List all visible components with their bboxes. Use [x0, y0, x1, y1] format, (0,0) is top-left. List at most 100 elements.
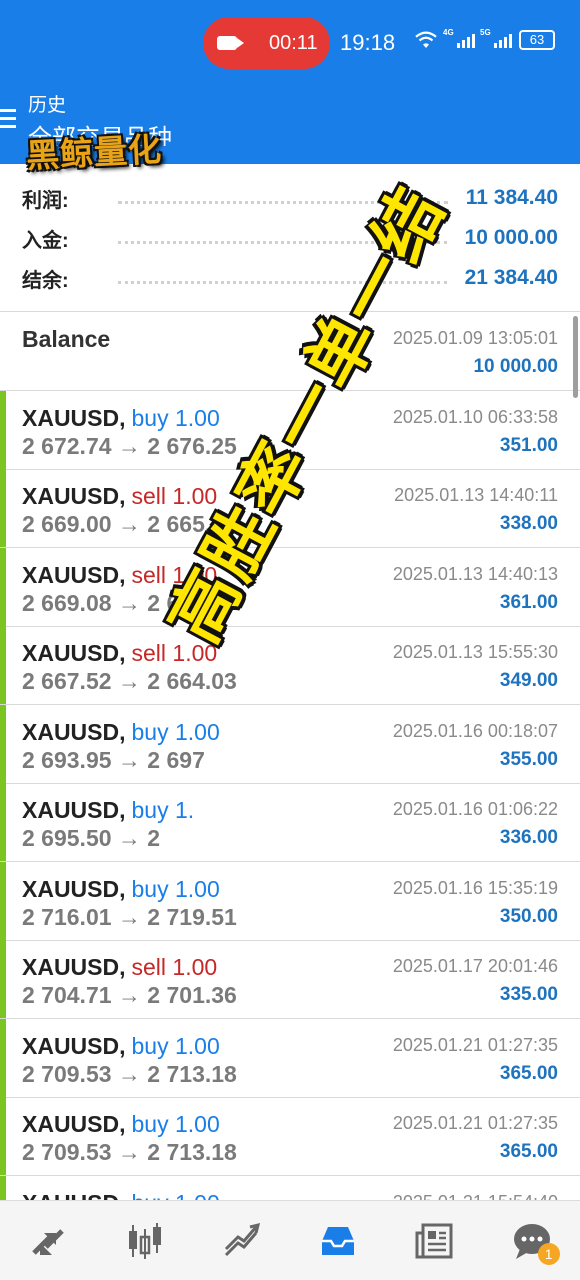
win-indicator-bar	[0, 626, 6, 704]
trade-row[interactable]: XAUUSD, buy 1. 2 695.50 → 2 2025.01.16 01:0…	[0, 783, 580, 862]
trade-side: buy 1.00	[131, 875, 220, 902]
trade-profit: 335.00	[499, 984, 558, 1005]
trade-prices: 2 709.53 → 2 713.18	[22, 1060, 237, 1087]
menu-icon[interactable]	[0, 109, 16, 133]
trade-symbol: XAUUSD,buy 1.00	[22, 719, 220, 746]
quotes-icon[interactable]	[18, 1211, 78, 1271]
trade-prices: 2 704.71 → 2 701.36	[22, 982, 237, 1008]
news-icon[interactable]	[405, 1211, 465, 1271]
trade-side: buy 1.00	[131, 1032, 220, 1059]
trade-profit: 338.00	[499, 513, 558, 534]
trade-symbol: XAUUSD,buy 1.00	[22, 876, 220, 903]
symbol-text: XAUUSD,	[22, 875, 126, 902]
trade-symbol: XAUUSD, sell 1.00	[22, 483, 217, 510]
trade-time: 2025.01.13 14:40:13	[392, 563, 558, 584]
cell-signal-5g-icon: 5G	[480, 28, 512, 48]
trade-time: 2025.01.17 20:01:46	[392, 956, 558, 976]
history-icon[interactable]	[308, 1211, 368, 1271]
bottom-navigation: 1	[0, 1200, 580, 1280]
trade-profit: 355.00	[499, 748, 558, 770]
watermark-logo-text: 黑鲸量化	[25, 130, 164, 175]
status-clock: 19:18	[340, 30, 396, 55]
win-indicator-bar	[0, 1018, 6, 1097]
trade-side: sell 1.00	[131, 954, 218, 980]
deposit-label: 入金:	[22, 229, 69, 252]
trade-prices: 2 667.52 → 2 664.03	[22, 668, 237, 694]
trade-prices: 2 716.01 → 2 719.51	[22, 903, 237, 930]
symbol-text: XAUUSD,	[22, 1032, 126, 1059]
balance-value: 21 384.40	[464, 266, 558, 289]
summary-balance-row: 结余: 21 384.40	[22, 258, 558, 298]
status-bar: 00:11 19:18 4G 5G 63	[0, 0, 580, 82]
trade-profit: 361.00	[499, 591, 558, 613]
trade-profit: 350.00	[499, 905, 558, 927]
trade-time: 2025.01.10 06:33:58	[392, 406, 558, 427]
win-indicator-bar	[0, 547, 6, 626]
profit-value: 11 384.40	[465, 186, 558, 209]
trade-time: 2025.01.13 15:55:30	[392, 642, 558, 662]
win-indicator-bar	[0, 940, 6, 1018]
recording-time: 00:11	[269, 31, 318, 54]
profit-label: 利润:	[22, 189, 69, 212]
trade-profit: 365.00	[499, 1141, 558, 1162]
symbol-text: XAUUSD,	[22, 640, 126, 666]
chart-icon[interactable]	[115, 1211, 175, 1271]
trade-icon[interactable]	[212, 1211, 272, 1271]
trade-symbol: XAUUSD, buy 1.	[22, 797, 194, 824]
trade-profit: 336.00	[499, 827, 558, 848]
win-indicator-bar	[0, 469, 6, 547]
trade-prices: 2 672.74 → 2 676.25	[22, 432, 237, 459]
trade-time: 2025.01.16 15:35:19	[392, 877, 558, 898]
trade-side: buy 1.00	[131, 1111, 220, 1137]
trade-row[interactable]: XAUUSD, sell 1.00 2 667.52 → 2 664.03 2025.…	[0, 626, 580, 705]
symbol-text: XAUUSD,	[22, 483, 126, 509]
summary-deposit-row: 入金: 10 000.00	[22, 218, 558, 258]
trade-time: 2025.01.16 01:06:22	[392, 799, 558, 819]
signal-5g-label: 5G	[480, 28, 491, 37]
balance-entry-amount: 10 000.00	[473, 356, 558, 377]
deposit-value: 10 000.00	[464, 226, 558, 249]
trade-row[interactable]: XAUUSD, sell 1.00 2 704.71 → 2 701.36 2025.…	[0, 940, 580, 1019]
win-indicator-bar	[0, 783, 6, 861]
balance-label: 结余:	[22, 269, 69, 292]
scrollbar-thumb[interactable]	[573, 316, 578, 398]
trade-symbol: XAUUSD, sell 1.00	[22, 954, 217, 981]
wifi-icon	[415, 31, 437, 48]
symbol-text: XAUUSD,	[22, 954, 126, 980]
trade-row[interactable]: XAUUSD, buy 1.00 2 716.01 → 2 719.51 2025.0…	[0, 861, 580, 941]
trade-symbol: XAUUSD,buy 1.00	[22, 405, 220, 432]
app-bar-subtitle: 历史	[28, 95, 67, 116]
symbol-text: XAUUSD,	[22, 718, 126, 745]
trade-time: 2025.01.16 00:18:07	[392, 720, 558, 741]
trade-row[interactable]: XAUUSD, sell 1.00 2 669.08 → 2 665.47 2025.…	[0, 547, 580, 627]
trade-prices: 2 709.53 → 2 713.18	[22, 1139, 237, 1165]
trade-side: buy 1.00	[131, 404, 220, 431]
trade-row[interactable]: XAUUSD, buy 1.00 2 709.53 → 2 713.18 2025.0…	[0, 1097, 580, 1176]
balance-entry-title: Balance	[22, 326, 111, 352]
trade-profit: 349.00	[499, 670, 558, 691]
trade-time: 2025.01.21 01:27:35	[392, 1034, 558, 1055]
trade-row[interactable]: XAUUSD, buy 1.00 2 709.53 → 2 713.18 2025.0…	[0, 1018, 580, 1098]
trade-symbol: XAUUSD,buy 1.00	[22, 1111, 220, 1138]
trade-row[interactable]: XAUUSD, buy 1.00 2 693.95 → 2 697 2025.01.1…	[0, 704, 580, 784]
trade-symbol: XAUUSD,buy 1.00	[22, 1033, 220, 1060]
chat-icon[interactable]: 1	[502, 1211, 562, 1271]
trade-time: 2025.01.13 14:40:11	[394, 485, 558, 505]
battery-icon: 63	[519, 30, 555, 50]
trade-symbol: XAUUSD, sell 1.00	[22, 640, 217, 667]
system-icons: 4G 5G 63	[414, 28, 555, 50]
trade-side: buy 1.	[131, 797, 195, 823]
win-indicator-bar	[0, 1097, 6, 1175]
screen-recording-indicator[interactable]: 00:11	[203, 17, 330, 69]
summary-profit-row: 利润: 11 384.40	[22, 178, 558, 218]
win-indicator-bar	[0, 390, 6, 469]
chat-badge: 1	[537, 1242, 560, 1265]
symbol-text: XAUUSD,	[22, 797, 126, 823]
win-indicator-bar	[0, 704, 6, 783]
signal-4g-label: 4G	[443, 28, 454, 37]
trade-time: 2025.01.21 01:27:35	[392, 1113, 558, 1133]
trade-prices: 2 693.95 → 2 697	[22, 746, 205, 773]
history-summary: 利润: 11 384.40 入金: 10 000.00 结余: 21 384.4…	[0, 164, 580, 312]
symbol-text: XAUUSD,	[22, 561, 126, 588]
trade-side: buy 1.00	[131, 718, 220, 745]
